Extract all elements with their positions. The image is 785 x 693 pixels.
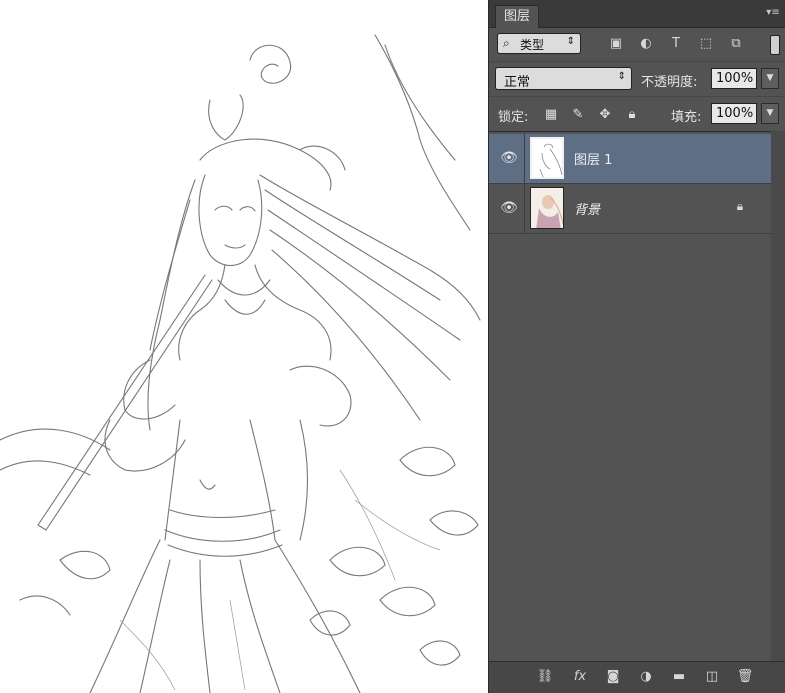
divider (524, 134, 525, 183)
lock-transparent-icon[interactable]: ▦ (543, 107, 559, 123)
opacity-dropdown-button[interactable]: ▼ (761, 68, 779, 89)
new-layer-icon[interactable]: ◫ (703, 668, 721, 686)
search-icon: ⌕ (503, 36, 510, 50)
layer-name: 图层 1 (574, 153, 613, 168)
layer-lock-icon: 🔒︎ (736, 199, 744, 213)
layer-thumbnail (530, 187, 564, 229)
opacity-input[interactable]: 100% (711, 68, 757, 89)
blend-row: 正常 ⇕ 不透明度: 100% ▼ (489, 61, 785, 96)
layers-list: 👁︎ 图层 1 👁︎ 背景 🔒︎ (489, 131, 785, 662)
new-group-icon[interactable]: ▬ (670, 668, 688, 686)
fx-icon[interactable]: fx (571, 668, 589, 686)
divider (524, 184, 525, 233)
type-filter-icon[interactable]: T (668, 36, 684, 52)
lock-all-icon[interactable]: 🔒︎ (624, 107, 640, 123)
panel-menu-icon[interactable]: ▾≡ (766, 7, 780, 19)
filter-kind-label: 类型 (520, 38, 545, 52)
filter-kind-select[interactable]: ⌕ 类型 ⇕ (497, 33, 581, 54)
link-layers-icon[interactable]: ⛓ (536, 668, 554, 686)
layer-name: 背景 (574, 203, 601, 218)
layer-thumbnail (530, 137, 564, 179)
layers-panel: 图层 ▾≡ ⌕ 类型 ⇕ ▣ ◐ T ⬚ ⧉ 正常 ⇕ 不透明度: 100% ▼ (488, 0, 785, 693)
panel-bottom-toolbar: ⛓ fx ◙ ◑ ▬ ◫ 🗑︎ (489, 661, 785, 693)
lock-label: 锁定: (498, 110, 529, 125)
layer-row-background[interactable]: 👁︎ 背景 🔒︎ (489, 184, 771, 234)
add-mask-icon[interactable]: ◙ (604, 668, 622, 686)
lock-paint-icon[interactable]: ✎ (570, 107, 586, 123)
image-filter-icon[interactable]: ▣ (608, 36, 624, 52)
visibility-eye-icon[interactable]: 👁︎ (499, 150, 519, 166)
opacity-label: 不透明度: (641, 75, 698, 90)
lock-position-icon[interactable]: ✥ (597, 107, 613, 123)
layers-scrollbar[interactable] (771, 131, 785, 661)
adjustment-layer-icon[interactable]: ◑ (637, 668, 655, 686)
shape-filter-icon[interactable]: ⬚ (698, 36, 714, 52)
fill-dropdown-button[interactable]: ▼ (761, 103, 779, 124)
chevron-updown-icon: ⇕ (566, 36, 575, 47)
lock-row: 锁定: ▦ ✎ ✥ 🔒︎ 填充: 100% ▼ (489, 96, 785, 131)
photoshop-workspace: 图层 ▾≡ ⌕ 类型 ⇕ ▣ ◐ T ⬚ ⧉ 正常 ⇕ 不透明度: 100% ▼ (0, 0, 785, 693)
smart-object-filter-icon[interactable]: ⧉ (728, 36, 744, 52)
adjustment-filter-icon[interactable]: ◐ (638, 36, 654, 52)
blend-mode-label: 正常 (504, 75, 531, 90)
filter-toggle[interactable] (770, 35, 780, 55)
delete-layer-icon[interactable]: 🗑︎ (736, 668, 754, 686)
document-canvas[interactable] (0, 0, 488, 693)
fill-label: 填充: (671, 110, 702, 125)
fill-input[interactable]: 100% (711, 103, 757, 124)
blend-mode-select[interactable]: 正常 ⇕ (495, 67, 632, 90)
panel-tab-bar: 图层 ▾≡ (489, 0, 785, 28)
sketch-artwork (0, 34, 481, 693)
tab-layers[interactable]: 图层 (495, 5, 540, 28)
layer-row-1[interactable]: 👁︎ 图层 1 (489, 134, 771, 184)
filter-row: ⌕ 类型 ⇕ ▣ ◐ T ⬚ ⧉ (489, 28, 785, 60)
chevron-updown-icon: ⇕ (617, 71, 626, 82)
visibility-eye-icon[interactable]: 👁︎ (499, 200, 519, 216)
